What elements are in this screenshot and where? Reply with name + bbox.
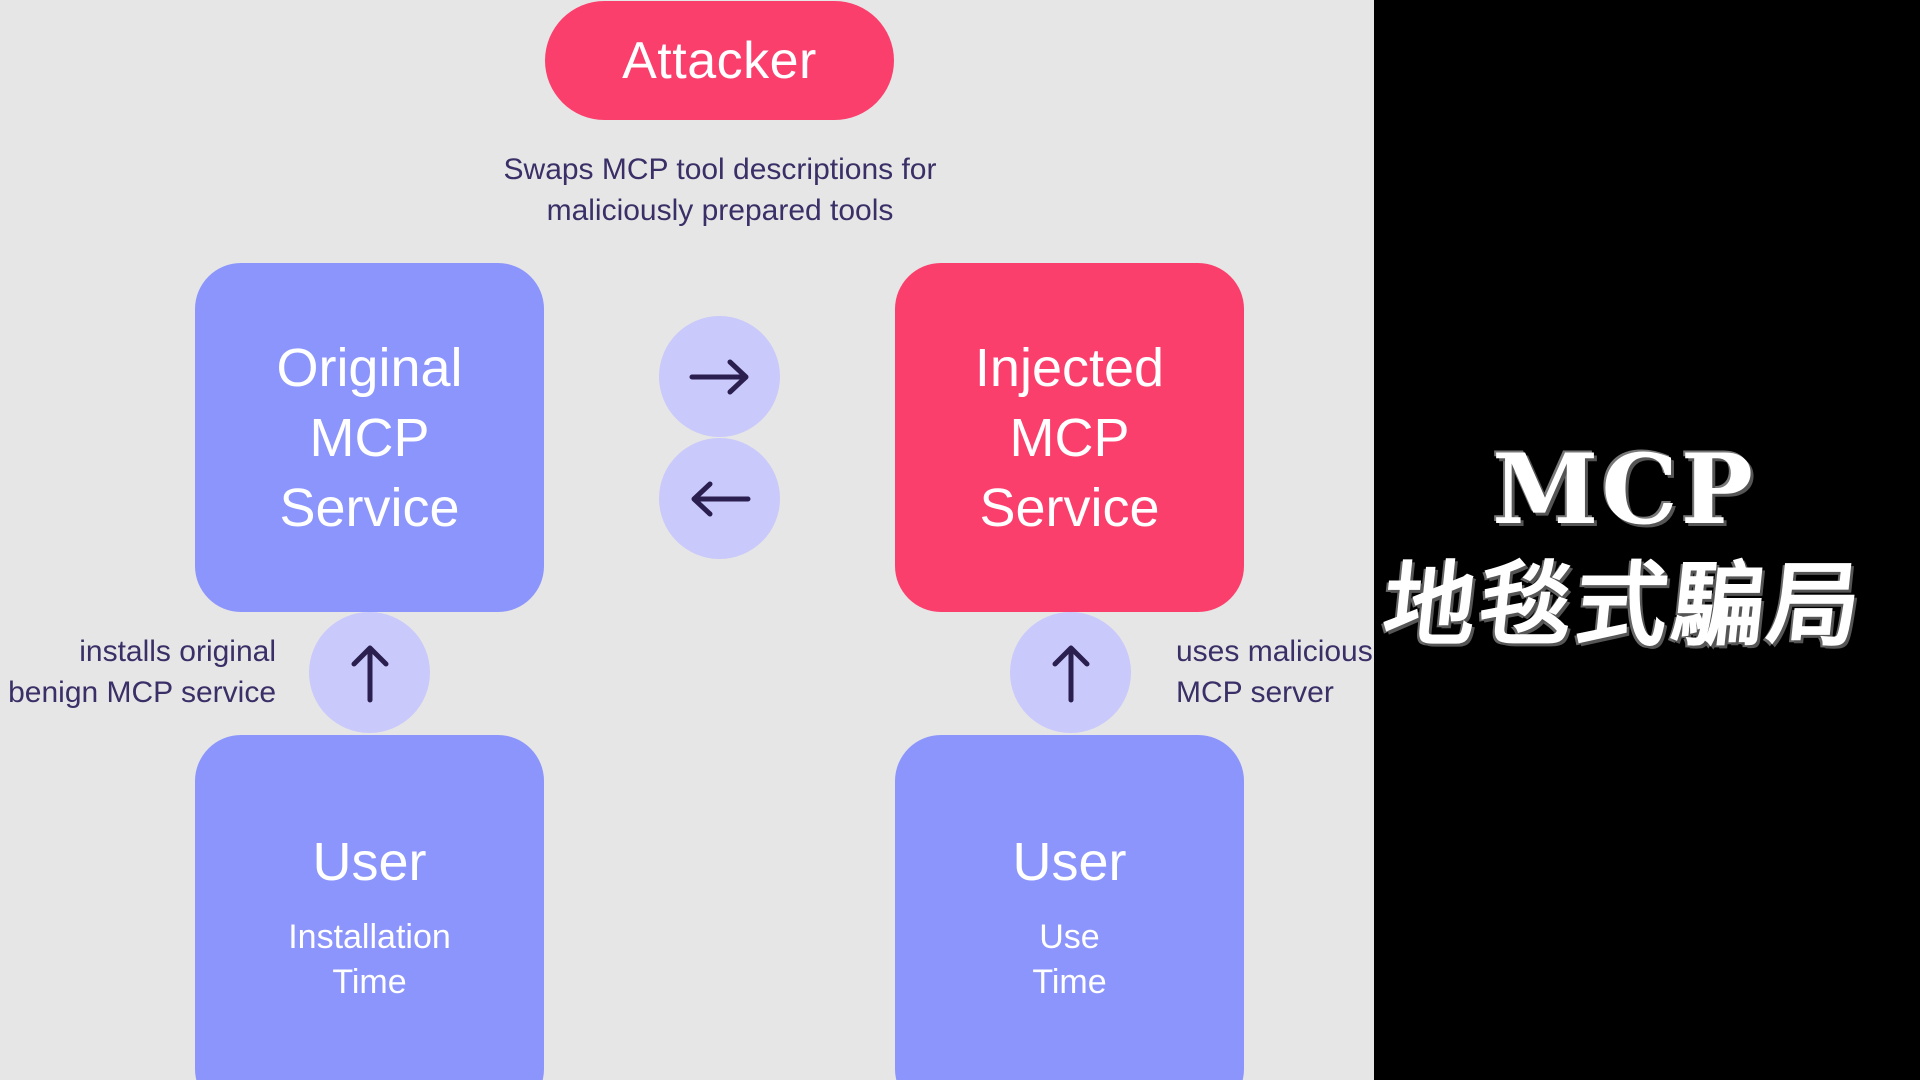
- arrow-up-icon: [1010, 612, 1131, 733]
- original-mcp-service-label: Original MCP Service: [276, 337, 463, 538]
- original-mcp-service-node: Original MCP Service: [195, 263, 544, 612]
- overlay-title: MCP 地毯式騙局: [1374, 435, 1874, 661]
- arrow-up-icon: [309, 612, 430, 733]
- user-installation-title: User: [312, 832, 427, 892]
- arrow-left-icon: [659, 438, 780, 559]
- user-use-title: User: [1012, 832, 1127, 892]
- overlay-title-line1: MCP: [1492, 433, 1756, 546]
- video-frame: Attacker Swaps MCP tool descriptions for…: [0, 0, 1920, 1080]
- user-use-node: User Use Time: [895, 735, 1244, 1080]
- overlay-title-line2: 地毯式騙局: [1378, 551, 1870, 659]
- attacker-caption: Swaps MCP tool descriptions for maliciou…: [503, 153, 937, 227]
- injected-mcp-service-label: Injected MCP Service: [974, 337, 1165, 538]
- installs-caption: installs original benign MCP service: [8, 635, 276, 709]
- uses-caption: uses malicious MCP server: [1176, 635, 1373, 709]
- user-installation-subtitle: Installation Time: [288, 918, 451, 1001]
- attack-diagram: Attacker Swaps MCP tool descriptions for…: [0, 0, 1374, 1080]
- attacker-node: Attacker: [545, 1, 894, 120]
- arrow-right-icon: [659, 316, 780, 437]
- injected-mcp-service-node: Injected MCP Service: [895, 263, 1244, 612]
- user-installation-node: User Installation Time: [195, 735, 544, 1080]
- user-use-subtitle: Use Time: [1032, 918, 1107, 1001]
- attacker-label: Attacker: [622, 31, 817, 90]
